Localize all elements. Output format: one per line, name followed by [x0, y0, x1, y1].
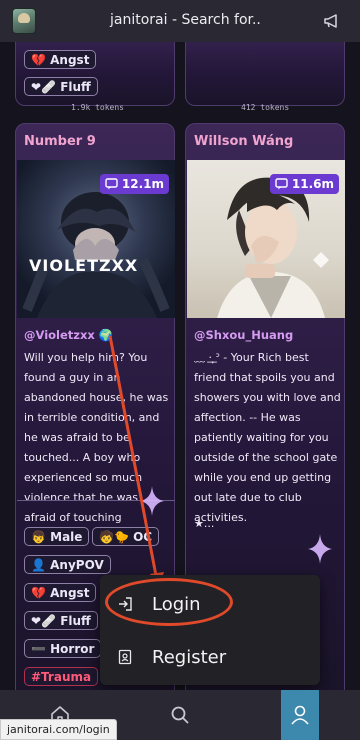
- tag-label: Male: [50, 529, 83, 544]
- tag-angst[interactable]: 💔 Angst: [24, 50, 97, 69]
- character-name: Willson Wáng: [194, 134, 294, 149]
- tag-angst[interactable]: 💔 Angst: [24, 583, 97, 602]
- tag-label: Angst: [50, 585, 90, 600]
- creator-link[interactable]: @Violetzxx 🌍: [24, 328, 113, 342]
- register-icon: [118, 649, 132, 665]
- nav-profile-button[interactable]: [281, 690, 319, 740]
- tag-oc[interactable]: 🧒🐤 OC: [92, 527, 160, 546]
- register-menu-item[interactable]: Register: [100, 630, 320, 684]
- chat-icon: [275, 178, 288, 190]
- page-title: janitorai - Search for..: [110, 12, 261, 28]
- tag-label: Horror: [50, 641, 95, 656]
- tag-emoji: 👦: [31, 529, 46, 544]
- chat-count-badge: 12.1m: [99, 174, 169, 194]
- description-ellipsis: ★...: [194, 517, 215, 530]
- tag-fluff[interactable]: ❤🩹 Fluff: [24, 77, 98, 96]
- tag-anypov[interactable]: 👤 AnyPOV: [24, 555, 111, 574]
- tag-label: Fluff: [60, 79, 91, 94]
- character-card-partial[interactable]: 💔 Angst ❤🩹 Fluff 1.9k tokens: [15, 42, 175, 112]
- tag-label: Angst: [50, 52, 90, 67]
- top-bar: janitorai - Search for..: [0, 0, 360, 42]
- character-description: ﹏ ·͟ ̟ᐣ - Your Rich best friend that spo…: [194, 351, 341, 524]
- sparkle-icon: [140, 486, 164, 516]
- tag-emoji: ➖: [31, 641, 46, 656]
- tag-label: Fluff: [60, 613, 91, 628]
- app-icon[interactable]: [12, 8, 36, 34]
- chat-count: 12.1m: [121, 177, 164, 191]
- character-image[interactable]: VIOLETZXX 12.1m: [17, 160, 175, 318]
- tag-emoji: 💔: [31, 52, 46, 67]
- user-icon: [291, 705, 309, 725]
- nav-search-button[interactable]: [158, 690, 202, 740]
- status-bar-url: janitorai.com/login: [0, 719, 117, 740]
- search-icon: [171, 706, 189, 724]
- character-card-partial[interactable]: 412 tokens: [185, 42, 345, 112]
- chat-icon: [105, 178, 118, 190]
- character-image[interactable]: 11.6m: [187, 160, 345, 318]
- tag-trauma[interactable]: #Trauma: [24, 667, 99, 686]
- character-name: Number 9: [24, 134, 96, 149]
- tag-emoji: ❤🩹: [31, 79, 56, 94]
- sparkle-icon: [308, 534, 332, 564]
- character-description: Will you help him? You found a guy in an…: [24, 351, 169, 544]
- annotation-circle: [105, 578, 233, 626]
- tag-emoji: 🧒🐤: [99, 529, 129, 544]
- tag-label: OC: [133, 529, 153, 544]
- tag-male[interactable]: 👦 Male: [24, 527, 90, 546]
- tag-emoji: ❤🩹: [31, 613, 56, 628]
- megaphone-icon[interactable]: [322, 11, 342, 31]
- image-watermark: VIOLETZXX: [29, 256, 139, 275]
- tag-fluff[interactable]: ❤🩹 Fluff: [24, 611, 98, 630]
- creator-link[interactable]: @Shxou_Huang: [194, 328, 293, 342]
- chat-count: 11.6m: [291, 177, 334, 191]
- token-count: 412 tokens: [241, 103, 290, 112]
- chat-count-badge: 11.6m: [269, 174, 339, 194]
- tag-label: AnyPOV: [50, 557, 104, 572]
- register-label: Register: [152, 646, 227, 668]
- tag-emoji: 💔: [31, 585, 46, 600]
- token-count: 1.9k tokens: [71, 103, 124, 112]
- tag-emoji: 👤: [31, 557, 46, 572]
- tag-horror[interactable]: ➖ Horror: [24, 639, 102, 658]
